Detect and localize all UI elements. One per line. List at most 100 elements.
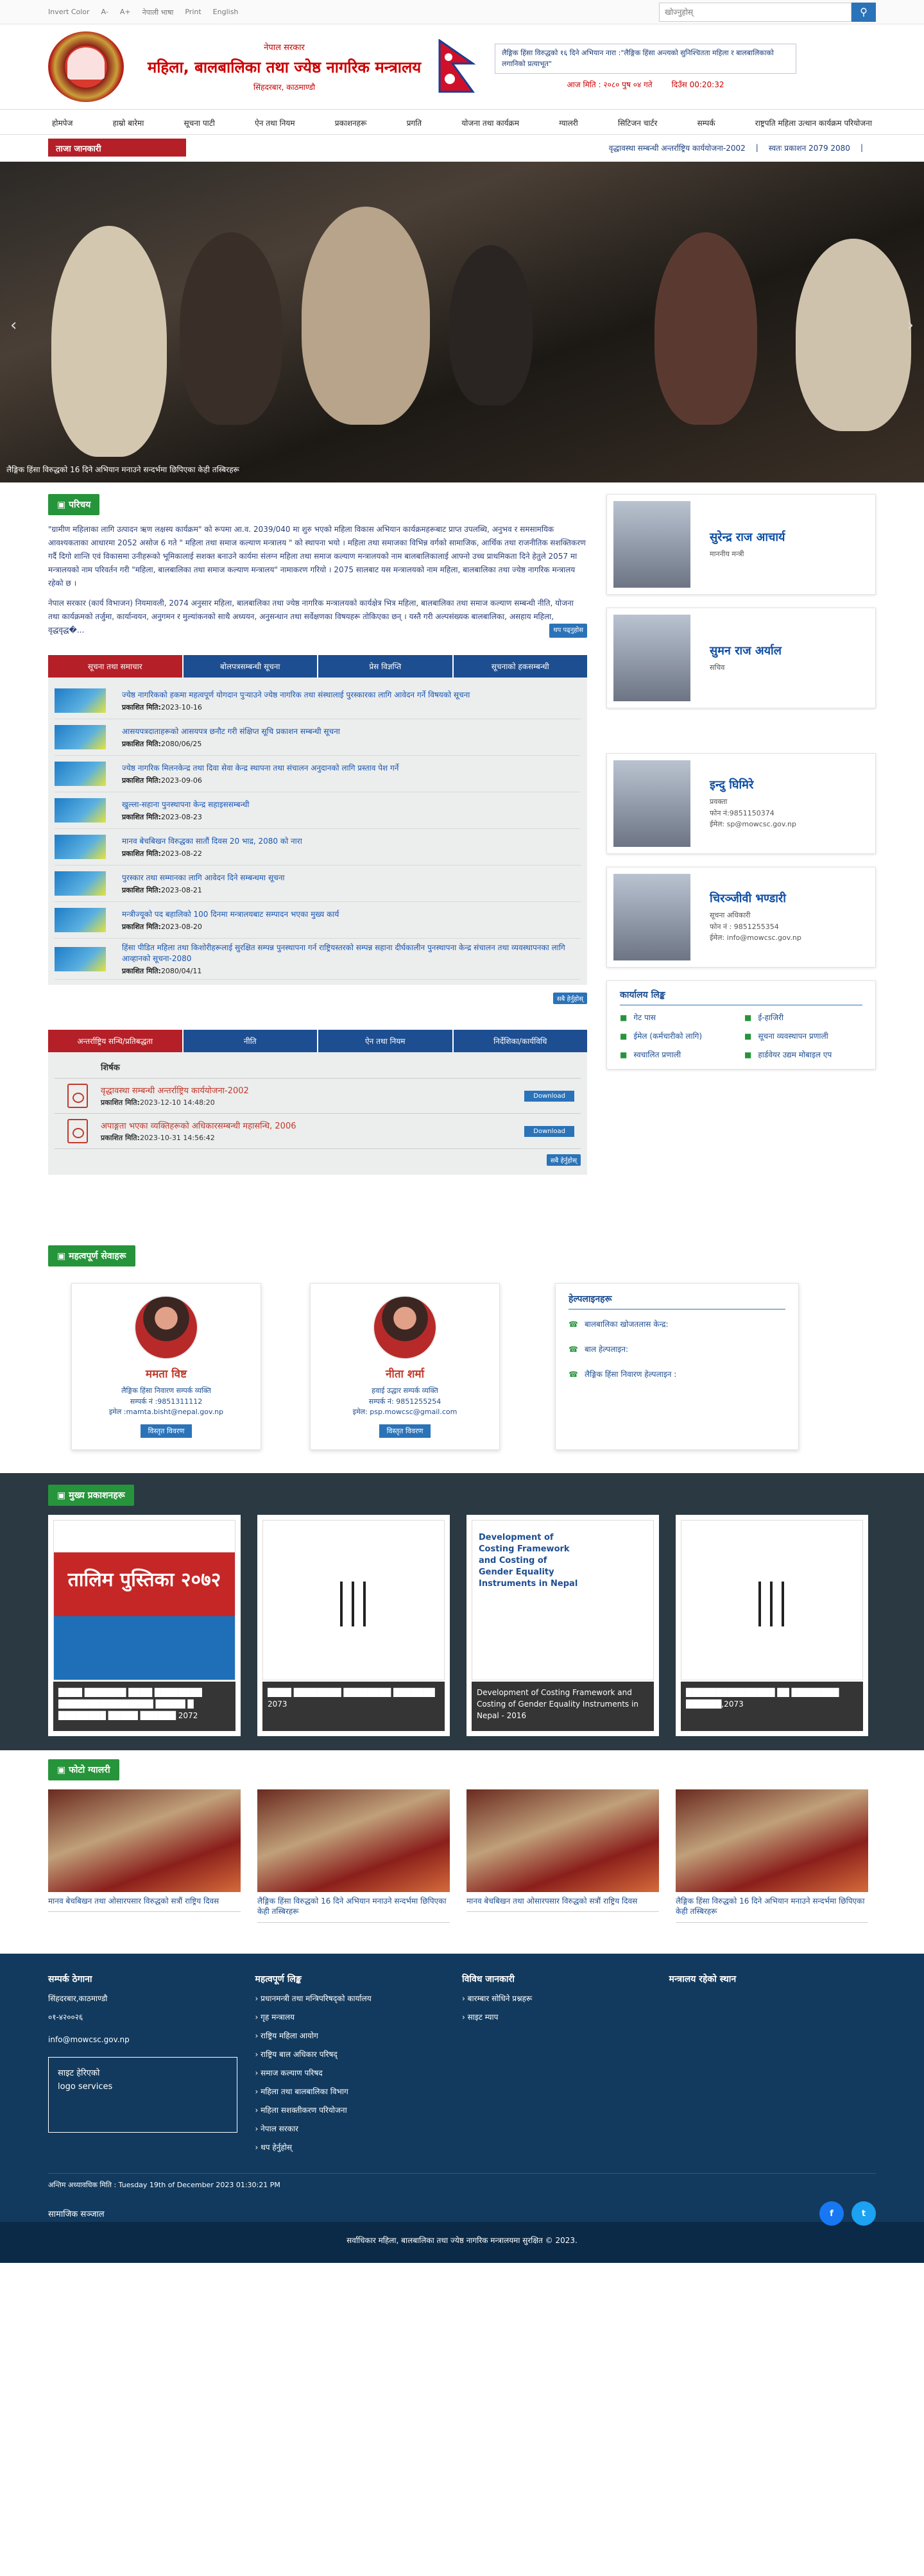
notice-tab[interactable]: सूचनाको हकसम्बन्धी	[453, 655, 587, 678]
footer-link[interactable]: नेपाल सरकार	[255, 2123, 463, 2134]
font-increase-button[interactable]: A+	[120, 8, 131, 17]
gallery-image[interactable]	[466, 1789, 659, 1892]
footer-link[interactable]: समाज कल्याण परिषद	[255, 2067, 463, 2078]
notice-item[interactable]: आसयपत्रदाताहरूको आसयपत्र छनौट गरी संक्षि…	[55, 719, 581, 756]
notice-item[interactable]: मानव बेचबिखन विरुद्धका सातौं दिवस 20 भाद…	[55, 829, 581, 866]
notice-title[interactable]: आसयपत्रदाताहरूको आसयपत्र छनौट गरी संक्षि…	[122, 726, 340, 737]
sitemap-link[interactable]: साइट म्याप	[462, 2011, 669, 2022]
nav-item[interactable]: हाम्रो बारेमा	[109, 117, 148, 128]
notice-item[interactable]: हिंसा पीडित महिला तथा किशोरीहरूलाई सुरक्…	[55, 939, 581, 980]
notice-title[interactable]: खुल्ला-सहाना पुनस्थापना केन्द्र सहाइससम्…	[122, 799, 249, 810]
gallery-caption[interactable]: लैङ्गिक हिंसा विरुद्धको 16 दिने अभियान म…	[257, 1896, 450, 1923]
notice-title[interactable]: ज्येष्ठ नागरिकको हकमा महत्वपूर्ण योगदान …	[122, 689, 470, 700]
print-button[interactable]: Print	[185, 8, 201, 17]
footer-link[interactable]: राष्ट्रिय महिला आयोग	[255, 2030, 463, 2041]
notice-tab[interactable]: प्रेस विज्ञप्ति	[318, 655, 452, 678]
contact-email[interactable]: info@mowcsc.gov.np	[48, 2035, 255, 2044]
read-more-button[interactable]: थप पढ्नुहोस	[549, 624, 587, 638]
office-link[interactable]: स्वचालित प्रणाली	[620, 1049, 738, 1060]
slider-prev-button[interactable]: ‹	[10, 316, 17, 335]
document-title[interactable]: अपाङ्गता भएका व्यक्तिहरूको अधिकारसम्बन्ध…	[101, 1120, 296, 1131]
office-link[interactable]: ई-हाजिरी	[744, 1012, 862, 1023]
ticker-item[interactable]: स्वतः प्रकाशन 2079 2080	[769, 142, 850, 153]
notice-tab[interactable]: सूचना तथा समाचार	[48, 655, 182, 678]
nav-item[interactable]: सूचना पाटी	[180, 117, 219, 128]
official-name[interactable]: इन्दु घिमिरे	[710, 777, 796, 792]
nepali-language-link[interactable]: नेपाली भाषा	[142, 8, 174, 17]
gallery-image[interactable]	[676, 1789, 868, 1892]
view-all-docs-button[interactable]: सबै हेर्नुहोस्	[546, 1154, 581, 1166]
nav-item[interactable]: ऐन तथा नियम	[251, 117, 298, 128]
gallery-image[interactable]	[48, 1789, 241, 1892]
download-button[interactable]: Download	[524, 1125, 574, 1137]
english-language-link[interactable]: English	[213, 8, 239, 17]
gallery-caption[interactable]: मानव बेचबिखन तथा ओसारपसार विरुद्धको सत्र…	[466, 1896, 659, 1913]
notice-title[interactable]: मन्त्रीज्यूको पद बहालिको 100 दिनमा मन्त्…	[122, 908, 339, 919]
publication-title[interactable]: Development of Costing Framework and Cos…	[472, 1681, 654, 1731]
document-tab[interactable]: नीति	[183, 1030, 317, 1052]
invert-color-button[interactable]: Invert Color	[48, 8, 90, 17]
footer-link[interactable]: राष्ट्रिय बाल अधिकार परिषद्	[255, 2049, 463, 2060]
publication-title[interactable]: ████ ███████ ████ ████████ █████████████…	[53, 1681, 235, 1731]
office-link[interactable]: गेट पास	[620, 1012, 738, 1023]
notice-title[interactable]: हिंसा पीडित महिला तथा किशोरीहरूलाई सुरक्…	[122, 942, 581, 964]
document-tab[interactable]: ऐन तथा नियम	[318, 1030, 452, 1052]
office-link[interactable]: ईमेल (कर्मचारीको लागि)	[620, 1030, 738, 1041]
nav-item[interactable]: सम्पर्क	[694, 117, 719, 128]
details-button[interactable]: विस्तृत विवरण	[140, 1424, 193, 1438]
gallery-item[interactable]: मानव बेचबिखन तथा ओसारपसार विरुद्धको सत्र…	[466, 1789, 659, 1923]
notice-title[interactable]: मानव बेचबिखन विरुद्धका सातौं दिवस 20 भाद…	[122, 835, 302, 846]
notice-title[interactable]: पुरस्कार तथा सम्मानका लागि आवेदन दिने सम…	[122, 872, 284, 883]
publication-card[interactable]: ████ ████████ ████████ ███████ 2073	[257, 1514, 450, 1736]
notice-item[interactable]: मन्त्रीज्यूको पद बहालिको 100 दिनमा मन्त्…	[55, 902, 581, 939]
notice-item[interactable]: पुरस्कार तथा सम्मानका लागि आवेदन दिने सम…	[55, 866, 581, 902]
government-emblem[interactable]	[48, 31, 124, 102]
document-title[interactable]: वृद्धावस्था सम्बन्धी अन्तर्राष्ट्रिय कार…	[101, 1084, 249, 1096]
office-link[interactable]: हार्डवेयर उद्यम मोबाइल एप	[744, 1049, 862, 1060]
ticker-item[interactable]: वृद्धावस्था सम्बन्धी अन्तर्राष्ट्रिय कार…	[609, 142, 746, 153]
details-button[interactable]: विस्तृत विवरण	[379, 1424, 431, 1438]
search-button[interactable]: ⚲	[851, 3, 876, 22]
gallery-item[interactable]: मानव बेचबिखन तथा ओसारपसार विरुद्धको सत्र…	[48, 1789, 241, 1923]
twitter-icon[interactable]: t	[851, 2201, 876, 2226]
official-name[interactable]: सुरेन्द्र राज आचार्य	[710, 529, 785, 545]
document-tab[interactable]: अन्तर्राष्ट्रिय सन्धि/प्रतिबद्धता	[48, 1030, 182, 1052]
footer-link[interactable]: महिला तथा बालबालिका विभाग	[255, 2086, 463, 2097]
search-input[interactable]	[659, 3, 851, 22]
footer-link[interactable]: थप हेर्नुहोस्	[255, 2142, 463, 2153]
notice-tab[interactable]: बोलपत्रसम्बन्धी सूचना	[183, 655, 317, 678]
helpline-item[interactable]: बाल हेल्पलाइन:	[569, 1343, 785, 1354]
notice-item[interactable]: ज्येष्ठ नागरिकको हकमा महत्वपूर्ण योगदान …	[55, 683, 581, 719]
faq-link[interactable]: बारम्बार सोधिने प्रश्नहरू	[462, 1993, 669, 2004]
nav-item[interactable]: होमपेज	[48, 117, 76, 128]
gallery-image[interactable]	[257, 1789, 450, 1892]
notice-title[interactable]: ज्येष्ठ नागरिक मिलनकेन्द्र तथा दिवा सेवा…	[122, 762, 398, 773]
slider-next-button[interactable]: ›	[907, 316, 914, 335]
helpline-item[interactable]: बालबालिका खोजतलास केन्द्र:	[569, 1318, 785, 1329]
view-all-notices-button[interactable]: सबै हेर्नुहोस्	[552, 993, 587, 1004]
nav-item[interactable]: प्रकाशनहरू	[331, 117, 371, 128]
publication-card[interactable]: तालिम पुस्तिका २०७२ ████ ███████ ████ ███…	[48, 1514, 241, 1736]
nav-item[interactable]: प्रगति	[403, 117, 426, 128]
notice-item[interactable]: ज्येष्ठ नागरिक मिलनकेन्द्र तथा दिवा सेवा…	[55, 756, 581, 792]
nav-item[interactable]: राष्ट्रपति महिला उत्थान कार्यक्रम परियोज…	[751, 117, 876, 128]
facebook-icon[interactable]: f	[819, 2201, 844, 2226]
font-decrease-button[interactable]: A-	[101, 8, 108, 17]
gallery-item[interactable]: लैङ्गिक हिंसा विरुद्धको 16 दिने अभियान म…	[676, 1789, 868, 1923]
office-link[interactable]: सूचना व्यवस्थापन प्रणाली	[744, 1030, 862, 1041]
helpline-item[interactable]: लैङ्गिक हिंसा निवारण हेल्पलाइन :	[569, 1369, 785, 1379]
gallery-caption[interactable]: लैङ्गिक हिंसा विरुद्धको 16 दिने अभियान म…	[676, 1896, 868, 1923]
nav-item[interactable]: सिटिजन चार्टर	[614, 117, 661, 128]
gallery-caption[interactable]: मानव बेचबिखन तथा ओसारपसार विरुद्धको सत्र…	[48, 1896, 241, 1913]
nav-item[interactable]: ग्यालरी	[555, 117, 582, 128]
publication-title[interactable]: ███████████████ ██ ████████ ██████,2073	[681, 1681, 863, 1731]
publication-card[interactable]: Development of Costing Framework and Cos…	[466, 1514, 659, 1736]
publication-title[interactable]: ████ ████████ ████████ ███████ 2073	[262, 1681, 445, 1731]
footer-link[interactable]: महिला सशक्तीकरण परियोजना	[255, 2104, 463, 2115]
official-name[interactable]: सुमन राज अर्याल	[710, 643, 782, 658]
footer-link[interactable]: प्रधानमन्त्री तथा मन्त्रिपरिषद्को कार्या…	[255, 1993, 463, 2004]
footer-link[interactable]: गृह मन्त्रालय	[255, 2011, 463, 2022]
hero-slider[interactable]: ‹ › लैङ्गिक हिंसा विरुद्धको 16 दिने अभिय…	[0, 162, 924, 482]
notice-item[interactable]: खुल्ला-सहाना पुनस्थापना केन्द्र सहाइससम्…	[55, 792, 581, 829]
gallery-item[interactable]: लैङ्गिक हिंसा विरुद्धको 16 दिने अभियान म…	[257, 1789, 450, 1923]
